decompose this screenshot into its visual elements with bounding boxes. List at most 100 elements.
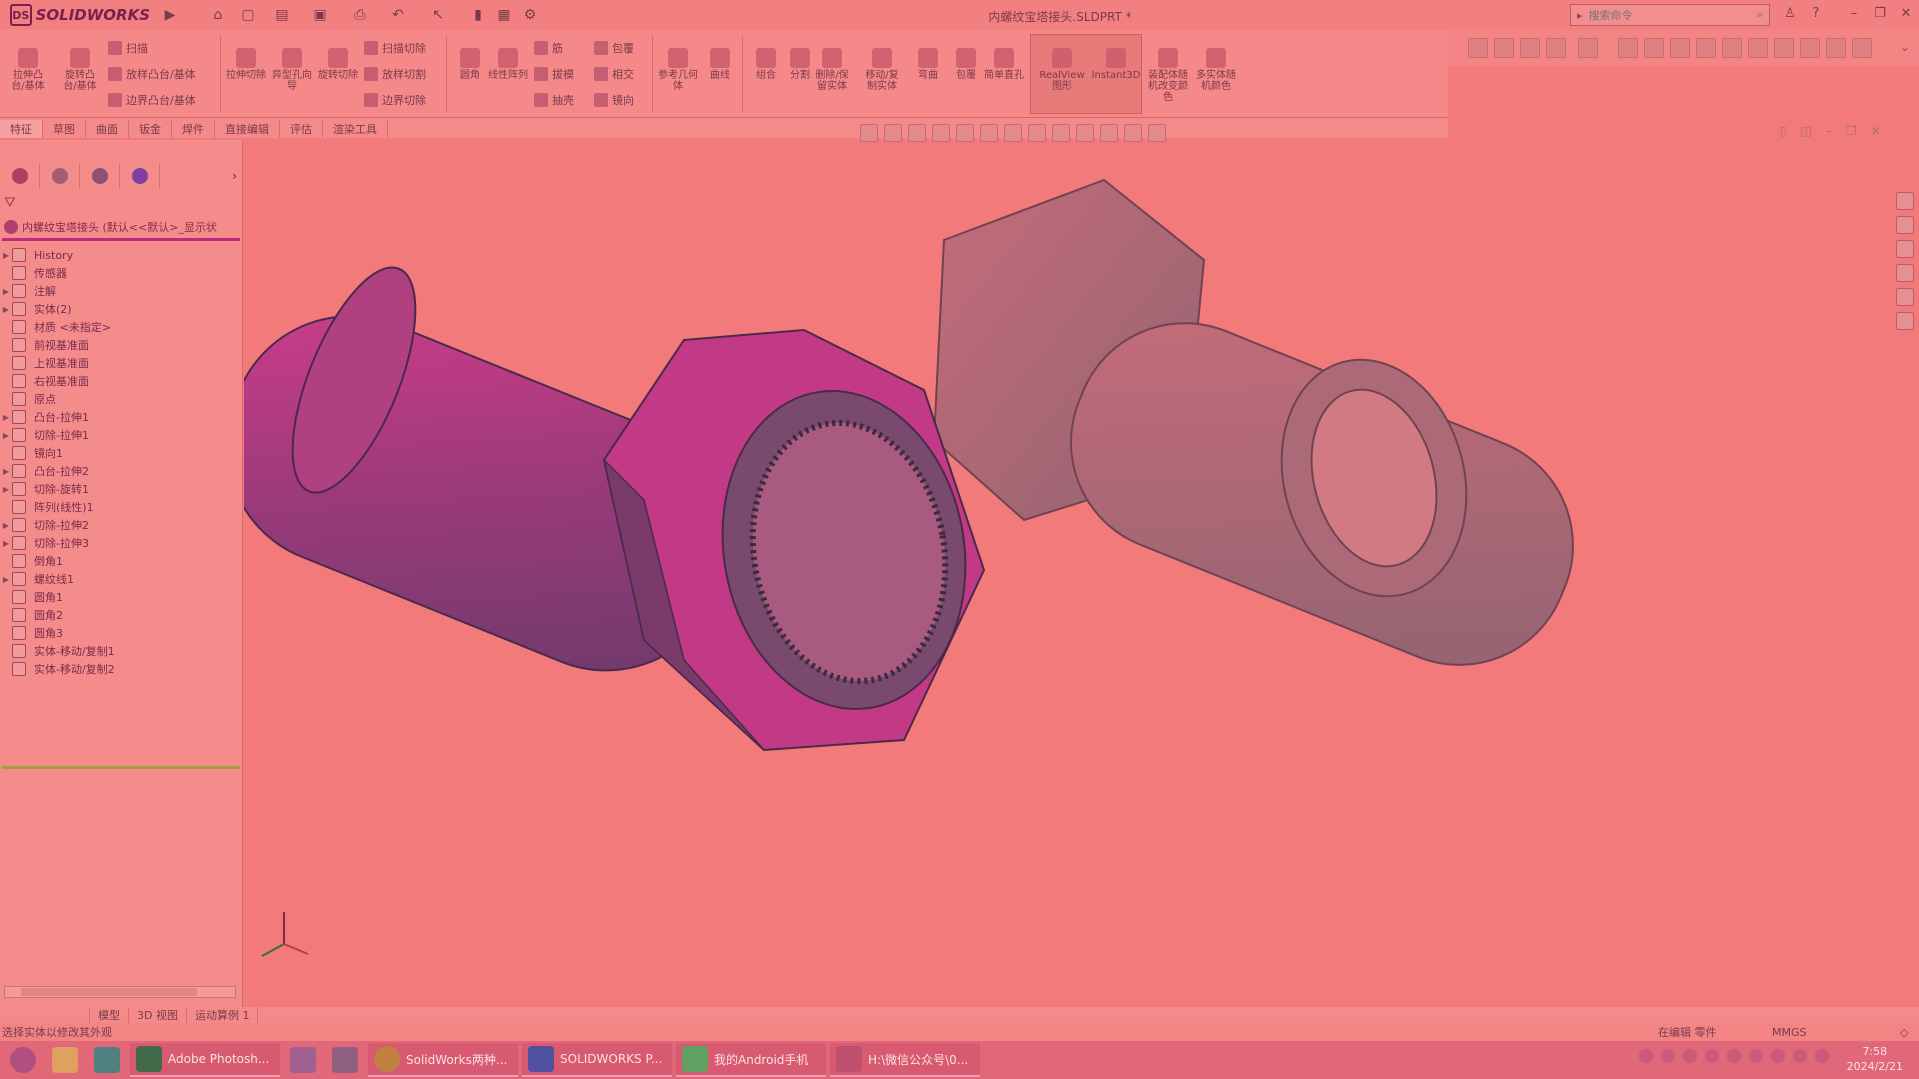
tree-filter[interactable]: ⛛ xyxy=(4,192,238,214)
taskbar-app-folder[interactable]: H:\微信公众号\0... xyxy=(830,1043,980,1077)
align-icon[interactable] xyxy=(1644,38,1664,58)
unit-system-selector[interactable]: MMGS xyxy=(1772,1026,1807,1039)
display-icon[interactable] xyxy=(1826,38,1846,58)
taskbar-pinned-app[interactable] xyxy=(46,1043,84,1077)
design-library-icon[interactable] xyxy=(1896,216,1914,234)
configuration-manager-tab[interactable] xyxy=(80,164,120,188)
view-settings-icon[interactable] xyxy=(1124,124,1142,142)
viewport-close-icon[interactable]: ✕ xyxy=(1871,124,1881,138)
tray-app-icon[interactable] xyxy=(1705,1049,1719,1063)
apply-scene-icon[interactable] xyxy=(1100,124,1118,142)
file-properties-icon[interactable]: ▦ xyxy=(494,5,514,25)
tab-weldments[interactable]: 焊件 xyxy=(172,120,215,138)
viewport-tile-icon[interactable]: ◫ xyxy=(1801,124,1812,138)
tree-root-part[interactable]: 内螺纹宝塔接头 (默认<<默认>_显示状 xyxy=(4,218,240,236)
boundary-cut-button[interactable]: 边界切除 xyxy=(364,90,426,110)
tree-item[interactable]: ▶ 注解 xyxy=(0,282,240,300)
measure-icon[interactable] xyxy=(1774,38,1794,58)
display-monitor-icon[interactable] xyxy=(1148,124,1166,142)
move-copy-body-button[interactable]: 移动/复制实体 xyxy=(862,48,902,118)
expand-arrow-icon[interactable]: ▶ xyxy=(0,539,12,548)
help-icon[interactable]: ? xyxy=(1806,6,1826,24)
tree-item[interactable]: ▶ 螺纹线1 xyxy=(0,570,240,588)
realview-graphics-button[interactable]: RealView图形 xyxy=(1036,48,1088,118)
start-button[interactable] xyxy=(4,1043,42,1077)
feature-manager-tab[interactable] xyxy=(0,164,40,188)
shell-button[interactable]: 抽壳 xyxy=(534,90,574,110)
tree-item[interactable]: ▶ 凸台-拉伸2 xyxy=(0,462,240,480)
rollback-bar[interactable] xyxy=(2,766,240,769)
filter-icon[interactable] xyxy=(1468,38,1488,58)
tree-item[interactable]: ▶ 切除-拉伸1 xyxy=(0,426,240,444)
tree-item[interactable]: 阵列(线性)1 xyxy=(0,498,240,516)
tree-item[interactable]: ▶ History xyxy=(0,246,240,264)
select-other-icon[interactable] xyxy=(1578,38,1598,58)
multibody-random-color-button[interactable]: 多实体随机颜色 xyxy=(1194,48,1238,118)
taskbar-pinned-app[interactable] xyxy=(88,1043,126,1077)
graphics-viewport[interactable] xyxy=(225,140,1890,1008)
instant3d-button[interactable]: Instant3D xyxy=(1090,48,1142,118)
tray-app-icon[interactable] xyxy=(1727,1049,1741,1063)
save-icon[interactable]: ▣ xyxy=(310,5,330,25)
tree-item[interactable]: 实体-移动/复制1 xyxy=(0,642,240,660)
loft-cut-button[interactable]: 放样切割 xyxy=(364,64,426,84)
menu-expand-arrow-icon[interactable]: ▶ xyxy=(160,5,180,25)
action-center-icon[interactable] xyxy=(1815,1049,1829,1063)
notification-icon[interactable]: ◇ xyxy=(1900,1026,1908,1039)
snap-icon[interactable] xyxy=(1618,38,1638,58)
rotate-icon[interactable] xyxy=(1748,38,1768,58)
tree-item[interactable]: 右视基准面 xyxy=(0,372,240,390)
tree-item[interactable]: 传感器 xyxy=(0,264,240,282)
tree-item[interactable]: ▶ 实体(2) xyxy=(0,300,240,318)
extrude-cut-button[interactable]: 拉伸切除 xyxy=(226,48,266,118)
tab-evaluate[interactable]: 评估 xyxy=(280,120,323,138)
previous-view-icon[interactable] xyxy=(932,124,950,142)
view-icon[interactable] xyxy=(1670,38,1690,58)
options-gear-icon[interactable]: ⚙ xyxy=(520,5,540,25)
property-manager-tab[interactable] xyxy=(40,164,80,188)
minimize-window-button[interactable]: – xyxy=(1844,6,1864,24)
file-explorer-icon[interactable] xyxy=(1896,240,1914,258)
assembly-random-color-button[interactable]: 装配体随机改变颜色 xyxy=(1146,48,1190,118)
viewport-minimize-icon[interactable]: – xyxy=(1826,124,1832,138)
tree-item[interactable]: 前视基准面 xyxy=(0,336,240,354)
tab-scroll-controls[interactable] xyxy=(0,1007,90,1023)
tree-item[interactable]: 圆角3 xyxy=(0,624,240,642)
taskbar-pinned-app[interactable] xyxy=(284,1043,322,1077)
revolve-cut-button[interactable]: 旋转切除 xyxy=(318,48,358,118)
tab-3d-views[interactable]: 3D 视图 xyxy=(129,1007,187,1023)
flex-button[interactable]: 弯曲 xyxy=(908,48,948,118)
tree-item[interactable]: 圆角1 xyxy=(0,588,240,606)
extrude-boss-button[interactable]: 拉伸凸台/基体 xyxy=(8,48,48,118)
tab-surfaces[interactable]: 曲面 xyxy=(86,120,129,138)
custom-properties-icon[interactable] xyxy=(1896,312,1914,330)
tree-item[interactable]: 圆角2 xyxy=(0,606,240,624)
rebuild-icon[interactable]: ▮ xyxy=(468,5,488,25)
dynamic-annotation-icon[interactable] xyxy=(980,124,998,142)
viewport-restore-icon[interactable]: ❐ xyxy=(1846,124,1857,138)
taskbar-app-android-phone[interactable]: 我的Android手机 xyxy=(676,1043,826,1077)
expand-arrow-icon[interactable]: ▶ xyxy=(0,413,12,422)
layout-icon[interactable] xyxy=(1852,38,1872,58)
select-icon[interactable] xyxy=(1546,38,1566,58)
copy-icon[interactable] xyxy=(1722,38,1742,58)
tree-item[interactable]: 原点 xyxy=(0,390,240,408)
loft-boss-button[interactable]: 放样凸台/基体 xyxy=(108,64,196,84)
restore-window-button[interactable]: ❐ xyxy=(1870,6,1890,24)
undo-icon[interactable]: ↶ xyxy=(388,5,408,25)
expand-arrow-icon[interactable]: ▶ xyxy=(0,251,12,260)
taskbar-app-browser[interactable]: SolidWorks两种... xyxy=(368,1043,518,1077)
zoom-to-fit-icon[interactable] xyxy=(884,124,902,142)
filter-faces-icon[interactable] xyxy=(1494,38,1514,58)
selection-filter-icon[interactable] xyxy=(1520,38,1540,58)
user-account-icon[interactable]: ♙ xyxy=(1780,6,1800,24)
tab-sketch[interactable]: 草图 xyxy=(43,120,86,138)
swept-cut-button[interactable]: 扫描切除 xyxy=(364,38,426,58)
close-window-button[interactable]: ✕ xyxy=(1896,6,1916,24)
tray-app-icon[interactable] xyxy=(1661,1049,1675,1063)
curves-button[interactable]: 曲线 xyxy=(700,48,740,118)
panel-tabs-arrow[interactable]: › xyxy=(160,164,243,188)
scrollbar-thumb[interactable] xyxy=(21,988,197,996)
hole-wizard-button[interactable]: 异型孔向导 xyxy=(272,48,312,118)
tree-horizontal-scrollbar[interactable] xyxy=(4,986,236,998)
